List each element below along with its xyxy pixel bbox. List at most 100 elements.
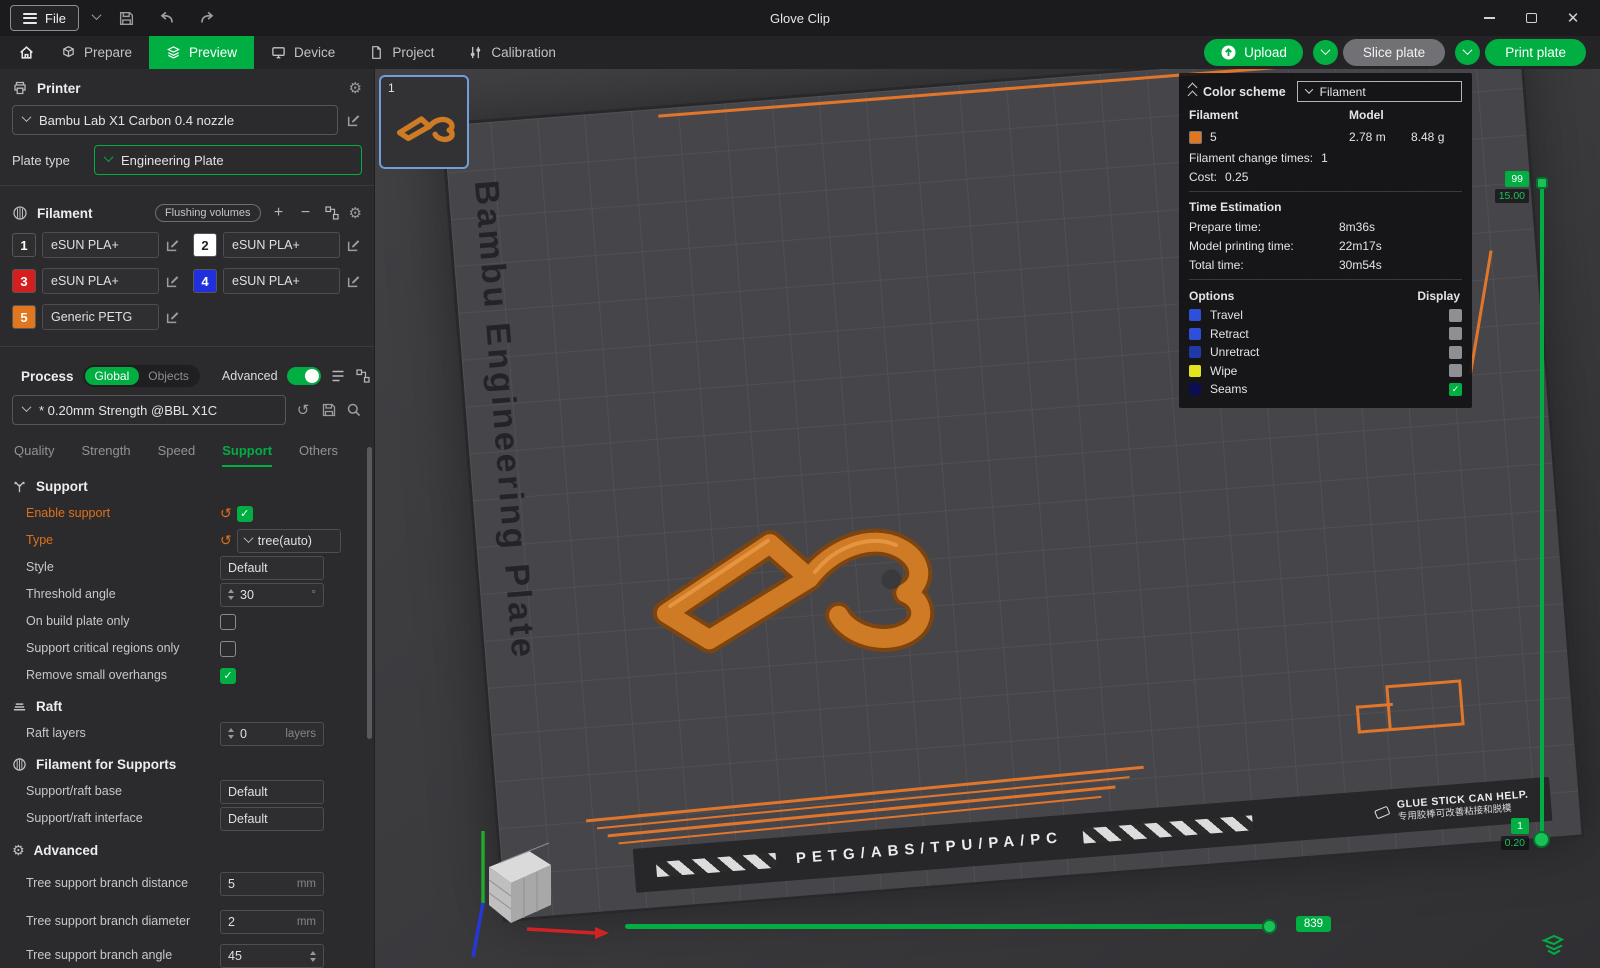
edit-filament-icon[interactable] [346,273,362,289]
branch-diameter-input[interactable]: 2mm [220,910,324,934]
redo-icon[interactable] [194,5,220,31]
support-raft-base-input[interactable]: Default [220,780,324,804]
scope-objects-button[interactable]: Objects [139,367,198,385]
wipe-display-checkbox[interactable] [1449,364,1462,377]
step-slider-track[interactable] [625,924,1273,929]
sidebar-scrollbar[interactable] [367,447,372,739]
scope-global-button[interactable]: Global [85,367,140,385]
close-button[interactable]: ✕ [1556,5,1590,31]
filament-preset-select[interactable]: eSUN PLA+ [223,268,340,294]
tab-calibration[interactable]: Calibration [451,36,573,69]
layers-view-icon[interactable] [1542,934,1566,956]
support-raft-interface-input[interactable]: Default [220,807,324,831]
save-project-icon[interactable] [114,5,140,31]
flushing-volumes-button[interactable]: Flushing volumes [155,204,261,222]
filament-preset-select[interactable]: Generic PETG [42,304,159,330]
print-dropdown-button[interactable] [1455,40,1480,65]
layer-slider-bottom-handle[interactable] [1533,831,1550,848]
filament-settings-icon[interactable]: ⚙ [349,204,362,222]
undo-icon[interactable] [154,5,180,31]
filament-item: 5 Generic PETG [12,304,181,330]
travel-display-checkbox[interactable] [1449,309,1462,322]
upload-button[interactable]: Upload [1204,39,1303,66]
spinner-arrows[interactable] [228,589,234,600]
reset-param-icon[interactable]: ↺ [220,532,232,549]
process-compare-icon[interactable] [355,368,371,384]
support-type-select[interactable]: tree(auto) [237,529,341,553]
branch-angle-value: 45 [228,949,242,963]
minimize-button[interactable] [1472,5,1506,31]
enable-support-checkbox[interactable]: ✓ [237,506,253,522]
maximize-button[interactable] [1514,5,1548,31]
filament-manager-icon[interactable] [324,205,340,221]
collapse-panel-icon[interactable] [1189,84,1196,99]
subtab-speed[interactable]: Speed [158,443,196,467]
support-style-input[interactable]: Default [220,556,324,580]
filament-preset-select[interactable]: eSUN PLA+ [42,232,159,258]
step-slider-handle[interactable] [1262,919,1277,934]
threshold-angle-input[interactable]: 30° [220,583,324,607]
filament-preset-select[interactable]: eSUN PLA+ [42,268,159,294]
raft-layers-input[interactable]: 0layers [220,722,324,746]
reset-param-icon[interactable]: ↺ [220,505,232,522]
spinner-arrows[interactable] [310,951,316,962]
filament-color-swatch[interactable]: 2 [193,233,217,257]
filament-preset-select[interactable]: eSUN PLA+ [223,232,340,258]
filament-color-swatch[interactable]: 4 [193,269,217,293]
plate-thumbnail[interactable]: 1 [379,75,469,169]
tab-device[interactable]: Device [254,36,352,69]
remove-filament-button[interactable]: − [297,204,315,222]
subtab-strength[interactable]: Strength [81,443,130,467]
plate-type-select[interactable]: Engineering Plate [94,145,362,175]
process-preset-value: * 0.20mm Strength @BBL X1C [39,403,217,418]
option-row-unretract: Unretract [1189,343,1462,362]
edit-filament-icon[interactable] [165,237,181,253]
printer-preset-select[interactable]: Bambu Lab X1 Carbon 0.4 nozzle [12,105,338,135]
edit-printer-icon[interactable] [346,112,362,128]
file-menu-button[interactable]: File [10,5,79,31]
subtab-others[interactable]: Others [299,443,338,467]
slice-plate-button[interactable]: Slice plate [1343,39,1445,66]
layer-slider[interactable]: 99 15.00 1 0.20 [1540,181,1544,840]
seams-display-checkbox[interactable]: ✓ [1449,383,1462,396]
layer-slider-top-handle[interactable] [1536,177,1548,189]
tab-preview[interactable]: Preview [149,36,254,69]
edit-filament-icon[interactable] [165,273,181,289]
support-type-value: tree(auto) [258,534,312,548]
file-dropdown-chevron-icon[interactable] [92,10,102,20]
reset-preset-icon[interactable]: ↺ [294,401,312,419]
slice-dropdown-button[interactable] [1313,40,1338,65]
branch-angle-input[interactable]: 45 [220,944,324,968]
process-preset-select[interactable]: * 0.20mm Strength @BBL X1C [12,395,286,425]
advanced-toggle[interactable] [287,367,321,385]
on-build-plate-only-checkbox[interactable] [220,614,236,630]
filament-color-swatch[interactable]: 1 [12,233,36,257]
unretract-display-checkbox[interactable] [1449,346,1462,359]
branch-distance-input[interactable]: 5mm [220,872,324,896]
model-glove-clip[interactable] [630,482,946,663]
save-preset-icon[interactable] [321,402,337,418]
param-label: Style [26,560,202,576]
subtab-quality[interactable]: Quality [14,443,54,467]
add-filament-button[interactable]: + [270,204,288,222]
print-plate-button[interactable]: Print plate [1485,39,1586,66]
printer-settings-icon[interactable]: ⚙ [349,79,362,97]
filament-color-swatch[interactable]: 5 [12,305,36,329]
step-slider[interactable]: 839 [625,924,1273,930]
subtab-support[interactable]: Support [222,443,272,467]
edit-filament-icon[interactable] [346,237,362,253]
color-scheme-select[interactable]: Filament [1297,81,1462,102]
search-parameters-icon[interactable] [346,402,362,418]
viewport-3d[interactable]: Bambu Engineering Plate PETG/ABS/TPU/PA/… [375,69,1600,968]
tab-project[interactable]: Project [352,36,451,69]
remove-small-overhangs-checkbox[interactable]: ✓ [220,668,236,684]
tab-prepare[interactable]: Prepare [44,36,149,69]
critical-regions-checkbox[interactable] [220,641,236,657]
parameter-table-icon[interactable] [330,368,346,384]
edit-filament-icon[interactable] [165,309,181,325]
filament-color-swatch[interactable]: 3 [12,269,36,293]
spinner-arrows[interactable] [228,728,234,739]
home-tab[interactable] [8,36,44,69]
retract-display-checkbox[interactable] [1449,327,1462,340]
process-section-header: Process Global Objects Advanced [0,355,374,395]
